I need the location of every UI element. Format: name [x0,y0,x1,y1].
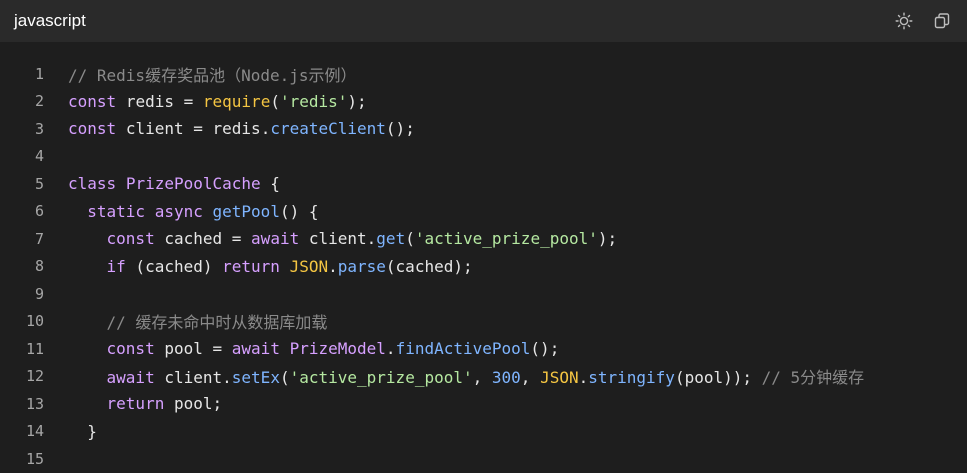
code-line: 15 [0,445,967,473]
code-text: class PrizePoolCache { [68,174,280,194]
code-line: 8 if (cached) return JSON.parse(cached); [0,253,967,281]
code-line: 13 return pool; [0,390,967,418]
line-number: 9 [34,284,44,303]
line-number: 14 [25,422,44,441]
code-text: const client = redis.createClient(); [68,119,415,139]
code-text: return pool; [106,394,223,414]
code-line: 1 // Redis缓存奖品池（Node.js示例） [0,60,967,88]
copy-icon[interactable] [933,12,951,30]
code-line: 4 [0,143,967,171]
code-line: 2 const redis = require('redis'); [0,88,967,116]
code-text: if (cached) return JSON.parse(cached); [106,256,473,276]
code-text: await client.setEx('active_prize_pool', … [106,368,865,388]
line-number: 12 [25,367,44,386]
code-text: const redis = require('redis'); [68,91,367,111]
code-line: 9 [0,280,967,308]
code-text: const cached = await client.get('active_… [106,229,618,249]
sun-icon[interactable] [895,12,913,30]
code-line: 14 } [0,418,967,446]
code-header: javascript [0,0,967,42]
code-line: 3 const client = redis.createClient(); [0,115,967,143]
code-block: javascript 1 // Redis缓存奖品池（Node.js示例） 2 … [0,0,967,468]
line-number: 6 [34,202,44,221]
code-line: 6 static async getPool() { [0,198,967,226]
line-number: 2 [34,92,44,111]
line-number: 3 [34,119,44,138]
line-number: 4 [34,147,44,166]
code-text: static async getPool() { [87,201,319,221]
code-line: 11 const pool = await PrizeModel.findAct… [0,335,967,363]
line-number: 8 [34,257,44,276]
code-text: // Redis缓存奖品池（Node.js示例） [68,65,357,85]
line-number: 7 [34,229,44,248]
line-number: 10 [25,312,44,331]
line-number: 13 [25,394,44,413]
code-text: // 缓存未命中时从数据库加载 [106,313,328,333]
code-line: 10 // 缓存未命中时从数据库加载 [0,308,967,336]
code-line: 7 const cached = await client.get('activ… [0,225,967,253]
code-lines: 1 // Redis缓存奖品池（Node.js示例） 2 const redis = … [0,60,967,473]
header-actions [895,12,951,30]
code-text: } [68,421,97,441]
line-number: 15 [25,449,44,468]
line-number: 1 [34,64,44,83]
code-text: const pool = await PrizeModel.findActive… [106,339,560,359]
line-number: 11 [25,339,44,358]
code-line: 12 await client.setEx('active_prize_pool… [0,363,967,391]
code-line: 5 class PrizePoolCache { [0,170,967,198]
language-label: javascript [14,11,86,30]
line-number: 5 [34,174,44,193]
